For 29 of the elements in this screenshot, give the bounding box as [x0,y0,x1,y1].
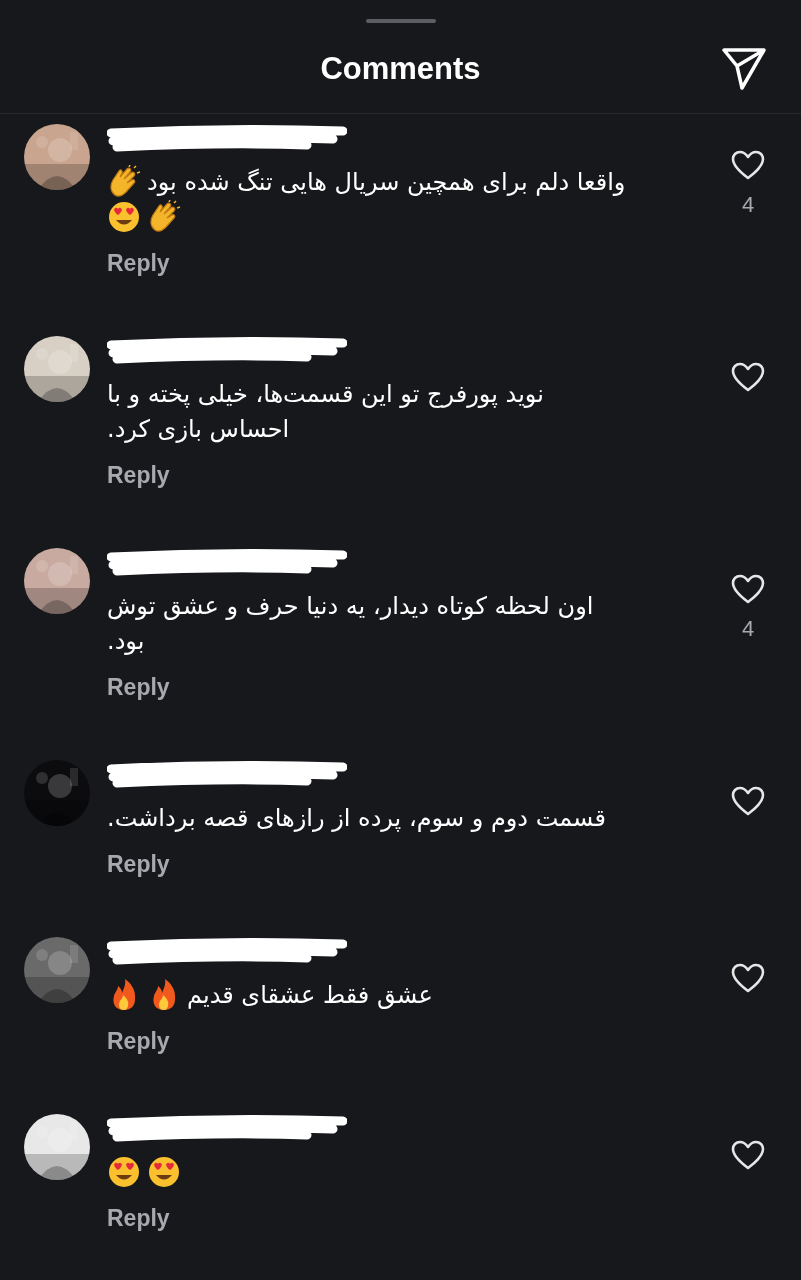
heart-icon[interactable] [731,1140,765,1170]
heart-icon[interactable] [731,963,765,993]
reply-link[interactable]: Reply [107,248,170,278]
reply-link[interactable]: Reply [107,1026,170,1056]
heart-icon[interactable] [731,150,765,180]
like-count: 4 [741,616,755,642]
clapping-hands-icon [147,199,181,234]
comment-text: اون لحظه کوتاه دیدار، یه دنیا حرف و عشق توش [107,591,594,620]
heart-eyes-face-icon [107,199,141,234]
sheet-title: Comments [320,51,481,87]
heart-icon[interactable] [731,786,765,816]
comment-text: بود. [107,626,145,655]
heart-icon[interactable] [731,362,765,392]
reply-link[interactable]: Reply [107,1203,170,1233]
comment-text: قسمت دوم و سوم، پرده از رازهای قصه برداشت. [107,803,606,832]
reply-link[interactable]: Reply [107,672,170,702]
comment-text: احساس بازی کرد. [107,414,290,443]
reply-link[interactable]: Reply [107,460,170,490]
send-icon[interactable] [721,47,767,91]
drag-handle[interactable] [365,19,436,23]
like-count: 4 [741,192,755,218]
reply-link[interactable]: Reply [107,849,170,879]
clapping-hands-icon [107,164,141,199]
heart-eyes-face-icon [107,1154,141,1189]
comment-text: واقعا دلم برای همچین سریال هایی تنگ شده بود [147,167,626,196]
heart-icon[interactable] [731,574,765,604]
comment-text: عشق فقط عشقای قدیم [187,980,433,1009]
comment-text: نوید پورفرج تو این قسمت‌ها، خیلی پخته و با [107,379,544,408]
heart-eyes-face-icon [147,1154,181,1189]
